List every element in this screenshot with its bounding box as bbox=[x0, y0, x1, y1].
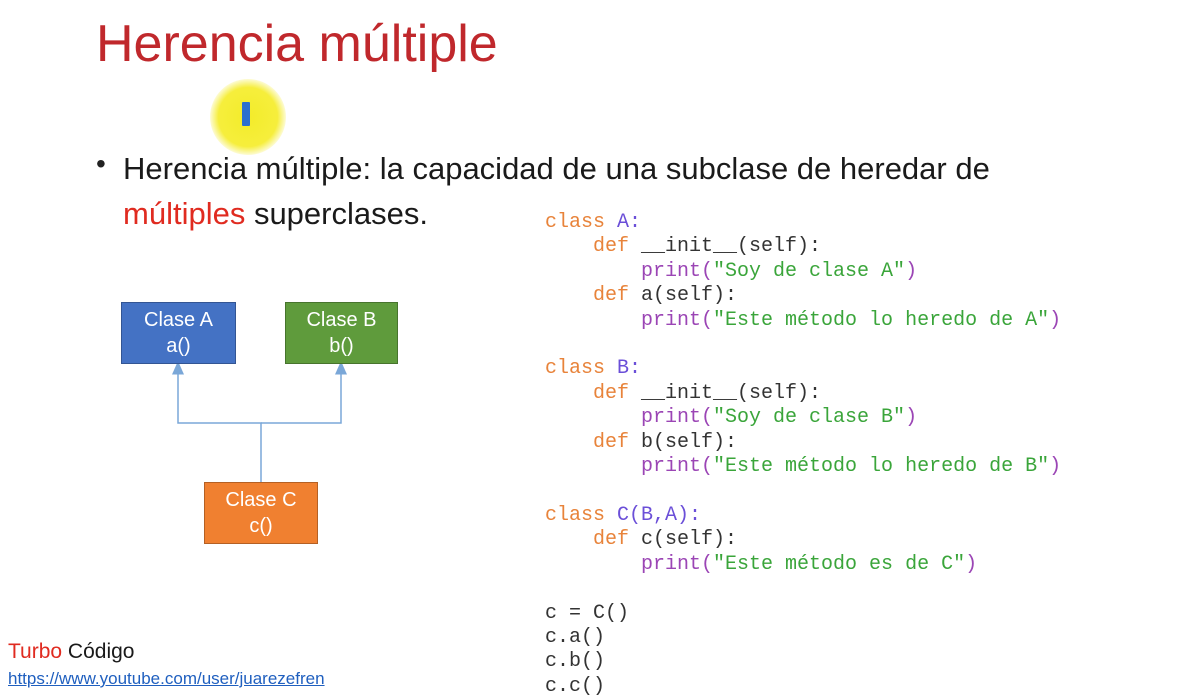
code-line: c = C() bbox=[545, 601, 630, 625]
code-keyword: class bbox=[545, 211, 606, 234]
code-keyword: class bbox=[545, 503, 606, 527]
code-string: "Soy de clase A" bbox=[713, 259, 906, 283]
code-fn: print( bbox=[641, 259, 714, 283]
code-block: class A: def __init__(self): print("Soy … bbox=[545, 211, 1061, 699]
code-fn: ) bbox=[965, 552, 978, 576]
channel-url-link[interactable]: https://www.youtube.com/user/juarezefren bbox=[8, 669, 325, 689]
code-line: c.a() bbox=[545, 625, 606, 649]
class-c-method: c() bbox=[249, 515, 273, 537]
code-line: b(self): bbox=[629, 430, 738, 454]
code-fn: print( bbox=[641, 455, 714, 479]
brand-rest: Código bbox=[62, 640, 135, 663]
code-line: __init__(self): bbox=[629, 381, 822, 405]
code-keyword: def bbox=[593, 235, 630, 259]
connector-c-to-b bbox=[261, 361, 347, 424]
channel-brand: Turbo Código bbox=[8, 640, 134, 664]
code-fn: ) bbox=[905, 259, 918, 283]
code-fn: print( bbox=[641, 308, 714, 332]
code-line: __init__(self): bbox=[629, 235, 822, 259]
code-string: "Soy de clase B" bbox=[713, 406, 906, 430]
code-keyword: def bbox=[593, 528, 630, 552]
class-b-box: Clase B b() bbox=[285, 302, 398, 364]
code-string: "Este método es de C" bbox=[713, 552, 966, 576]
class-c-name: Clase C bbox=[225, 489, 297, 511]
code-keyword: class bbox=[545, 357, 606, 381]
code-keyword: def bbox=[593, 284, 630, 308]
code-fn: ) bbox=[1049, 455, 1062, 479]
class-a-name: Clase A bbox=[144, 309, 213, 331]
code-string: "Este método lo heredo de B" bbox=[713, 455, 1050, 479]
code-line: c(self): bbox=[629, 528, 738, 552]
class-c-box: Clase C c() bbox=[204, 482, 318, 544]
class-b-name: Clase B bbox=[306, 309, 377, 331]
code-line: c.b() bbox=[545, 650, 606, 674]
code-string: "Este método lo heredo de A" bbox=[713, 308, 1050, 332]
code-line: a(self): bbox=[629, 284, 738, 308]
code-fn: ) bbox=[1049, 308, 1062, 332]
code-line: C(B,A): bbox=[605, 503, 702, 527]
code-keyword: def bbox=[593, 381, 630, 405]
code-keyword: def bbox=[593, 430, 630, 454]
code-fn: print( bbox=[641, 552, 714, 576]
connector-c-to-a bbox=[172, 361, 262, 482]
class-a-box: Clase A a() bbox=[121, 302, 236, 364]
code-line: B: bbox=[605, 357, 642, 381]
brand-turbo: Turbo bbox=[8, 640, 63, 663]
class-a-method: a() bbox=[166, 335, 191, 357]
code-line: A: bbox=[605, 211, 642, 234]
class-b-method: b() bbox=[329, 335, 354, 357]
code-fn: print( bbox=[641, 406, 714, 430]
code-line: c.c() bbox=[545, 674, 606, 698]
code-fn: ) bbox=[905, 406, 918, 430]
